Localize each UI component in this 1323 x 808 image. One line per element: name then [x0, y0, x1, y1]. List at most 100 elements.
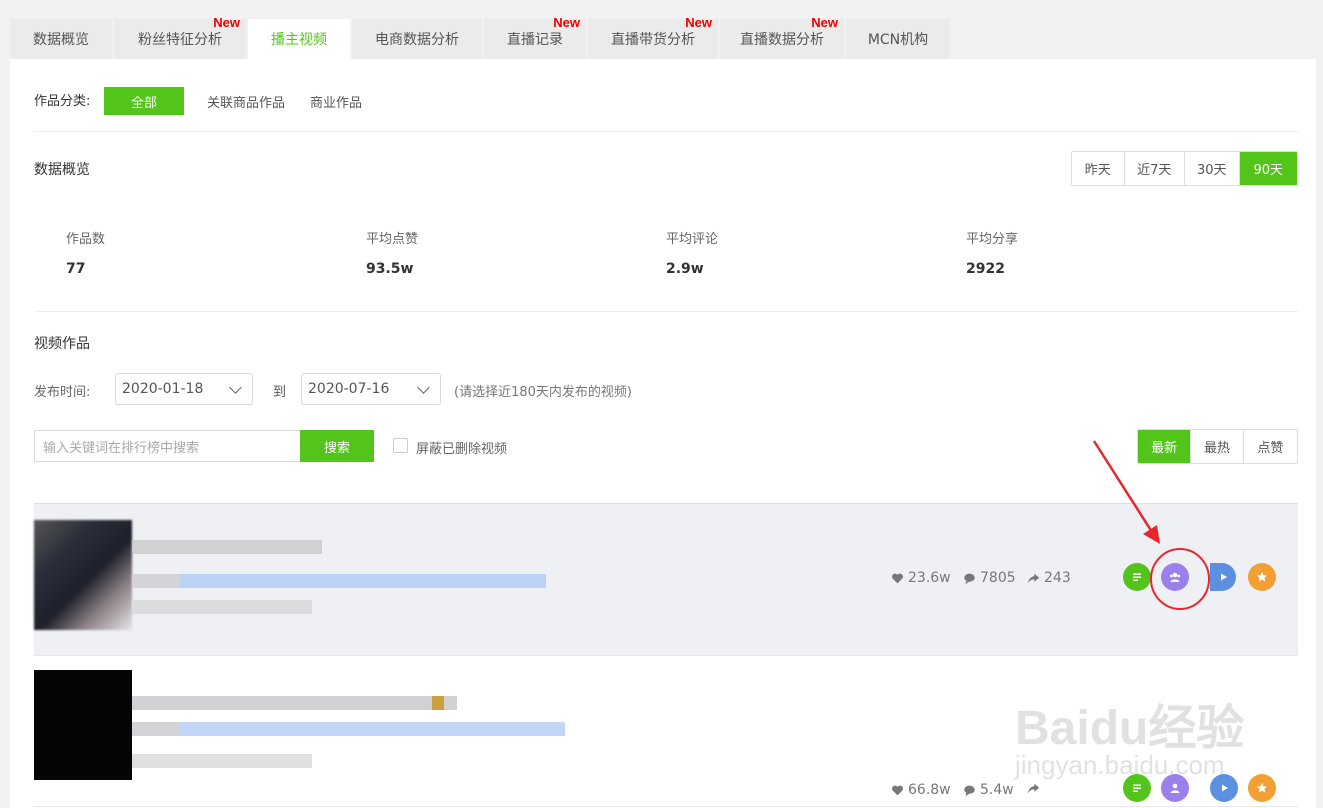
category-commercial-button[interactable]: 商业作品 [300, 87, 372, 115]
star-icon [1256, 571, 1268, 582]
search-placeholder: 输入关键词在排行榜中搜索 [43, 440, 200, 456]
date-to-select[interactable]: 2020-07-16 [301, 373, 441, 405]
tab-label: 数据概览 [33, 32, 89, 48]
star-icon [1256, 782, 1268, 793]
detail-icon [1133, 784, 1141, 792]
search-input[interactable]: 输入关键词在排行榜中搜索 [34, 430, 300, 462]
share-icon [1027, 783, 1040, 794]
tab-label: 电商数据分析 [375, 32, 459, 48]
video-title-blurred [132, 696, 457, 710]
video-title-blurred [132, 540, 322, 554]
new-badge: New [553, 15, 580, 30]
likes-value: 66.8w [908, 782, 951, 798]
comments-value: 5.4w [980, 782, 1014, 798]
new-badge: New [213, 15, 240, 30]
stat-label-works: 作品数 [66, 232, 106, 247]
tab-ecommerce-analysis[interactable]: 电商数据分析 [352, 19, 482, 59]
tags-blurred [180, 722, 565, 736]
stat-label-avg-shares: 平均分享 [966, 232, 1019, 247]
comments-metric: 7805 [963, 570, 1016, 586]
range-yesterday[interactable]: 昨天 [1072, 152, 1125, 185]
tags-blurred [180, 574, 546, 588]
tab-label: 粉丝特征分析 [138, 32, 222, 48]
publish-time-label: 发布时间: [34, 385, 91, 400]
tab-label: 直播记录 [507, 32, 563, 48]
favorite-button[interactable] [1248, 563, 1276, 591]
shares-metric: 243 [1027, 570, 1071, 586]
likes-metric: 23.6w [891, 570, 951, 586]
sort-selector: 最新 最热 点赞 [1137, 429, 1298, 464]
video-thumbnail[interactable] [34, 670, 132, 780]
tab-live-data-analysis[interactable]: 直播数据分析 New [720, 15, 844, 59]
tab-creator-videos[interactable]: 播主视频 [248, 19, 350, 59]
shares-value: 243 [1044, 570, 1071, 586]
play-icon [1221, 573, 1227, 581]
tab-label: 直播带货分析 [611, 32, 695, 48]
tab-label: 播主视频 [271, 32, 327, 48]
stat-label-avg-likes: 平均点赞 [366, 232, 419, 247]
emoji-blurred [432, 696, 444, 710]
play-button[interactable] [1210, 563, 1236, 591]
tab-live-records[interactable]: 直播记录 New [484, 15, 586, 59]
new-badge: New [811, 15, 838, 30]
range-7-days[interactable]: 近7天 [1125, 152, 1185, 185]
tab-data-overview[interactable]: 数据概览 [10, 19, 112, 59]
shares-metric [1027, 782, 1040, 795]
tab-label: MCN机构 [867, 32, 929, 48]
play-icon [1222, 784, 1228, 792]
range-30-days[interactable]: 30天 [1185, 152, 1240, 185]
likes-value: 23.6w [908, 570, 951, 586]
comments-value: 7805 [980, 570, 1016, 586]
comment-icon [964, 785, 975, 796]
stat-value-avg-comments: 2.9w [666, 261, 704, 277]
chevron-down-icon [417, 381, 430, 394]
heart-icon [892, 573, 903, 583]
author-blurred [132, 574, 180, 588]
new-badge: New [685, 15, 712, 30]
search-button[interactable]: 搜索 [300, 430, 374, 462]
divider [34, 131, 1298, 132]
watermark-brand: Baidu经验 [1015, 702, 1245, 755]
category-all-button[interactable]: 全部 [104, 87, 184, 115]
author-blurred [132, 722, 180, 736]
comment-icon [964, 573, 975, 584]
comments-metric: 5.4w [963, 782, 1014, 798]
video-thumbnail[interactable] [34, 520, 132, 630]
favorite-button[interactable] [1248, 774, 1276, 802]
category-label: 作品分类: [34, 94, 91, 109]
hide-deleted-label: 屏蔽已删除视频 [416, 442, 508, 457]
to-label: 到 [273, 385, 287, 400]
category-linked-products-button[interactable]: 关联商品作品 [194, 87, 298, 115]
tab-mcn[interactable]: MCN机构 [846, 19, 950, 59]
likes-metric: 66.8w [891, 782, 951, 798]
sort-hottest[interactable]: 最热 [1191, 430, 1244, 463]
detail-button[interactable] [1123, 563, 1151, 591]
date-to-value: 2020-07-16 [308, 381, 390, 397]
share-icon [1027, 573, 1040, 583]
sort-newest[interactable]: 最新 [1138, 430, 1192, 463]
audience-button[interactable] [1161, 563, 1189, 591]
publish-info-blurred [132, 754, 312, 768]
stat-value-avg-likes: 93.5w [366, 261, 414, 277]
stat-value-avg-shares: 2922 [966, 261, 1005, 277]
date-from-select[interactable]: 2020-01-18 [115, 373, 253, 405]
audience-icon [1169, 572, 1181, 582]
overview-title: 数据概览 [34, 162, 90, 178]
range-90-days[interactable]: 90天 [1239, 152, 1297, 185]
stat-value-works: 77 [66, 261, 86, 277]
range-selector: 昨天 近7天 30天 90天 [1071, 151, 1298, 186]
sort-likes[interactable]: 点赞 [1244, 430, 1297, 463]
audience-icon [1170, 783, 1180, 793]
tab-live-sales-analysis[interactable]: 直播带货分析 New [588, 15, 718, 59]
watermark-url: jingyan.baidu.com [1015, 750, 1225, 780]
video-row[interactable]: 23.6w 7805 243 [34, 503, 1298, 655]
hide-deleted-checkbox[interactable] [393, 438, 408, 453]
videos-title: 视频作品 [34, 336, 90, 352]
publish-info-blurred [132, 600, 312, 614]
chevron-down-icon [229, 381, 242, 394]
date-hint: (请选择近180天内发布的视频) [454, 385, 632, 400]
heart-icon [892, 785, 903, 795]
stat-label-avg-comments: 平均评论 [666, 232, 719, 247]
tab-fan-analysis[interactable]: 粉丝特征分析 New [114, 15, 246, 59]
detail-icon [1133, 573, 1141, 581]
